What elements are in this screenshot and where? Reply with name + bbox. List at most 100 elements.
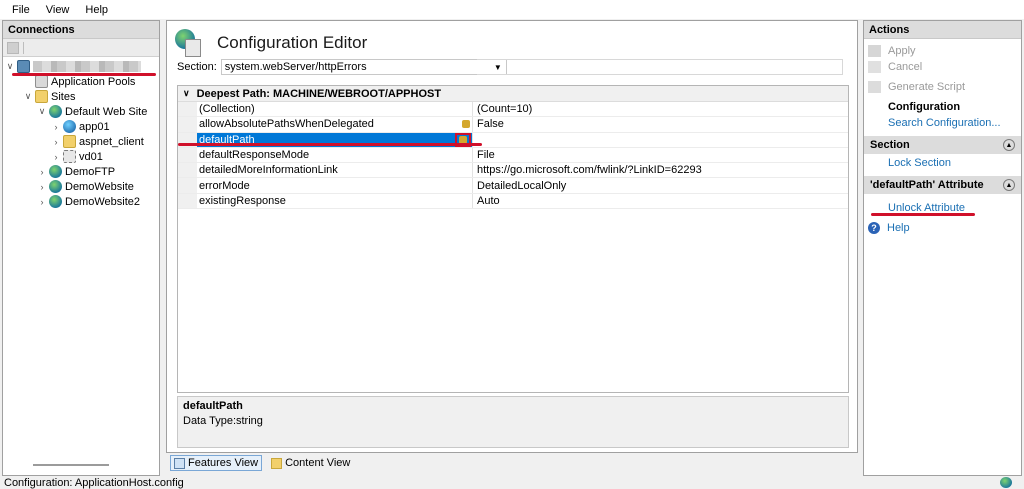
- tree-item-default-web-site[interactable]: ∨ Default Web Site: [37, 104, 147, 119]
- apply-label: Apply: [888, 45, 916, 57]
- virtual-directory-icon: [63, 150, 76, 163]
- property-value: https://go.microsoft.com/fwlink/?LinkID=…: [477, 164, 702, 177]
- search-configuration-link[interactable]: Search Configuration...: [888, 117, 1001, 129]
- tree-item-vd01[interactable]: › vd01: [51, 149, 103, 164]
- property-row-detailed-info-link[interactable]: detailedMoreInformationLink https://go.m…: [178, 163, 848, 179]
- connections-title: Connections: [3, 21, 159, 39]
- connections-toolbar: [3, 39, 159, 57]
- chevron-down-icon[interactable]: ∨: [23, 91, 33, 102]
- horizontal-scrollbar[interactable]: [33, 464, 109, 466]
- attribute-group-title: 'defaultPath' Attribute: [870, 179, 984, 191]
- back-icon[interactable]: [7, 41, 19, 54]
- help-icon: ?: [868, 222, 880, 234]
- menu-view[interactable]: View: [38, 4, 78, 16]
- tree-item-app-pools[interactable]: Application Pools: [23, 74, 135, 89]
- apply-action[interactable]: Apply: [868, 45, 916, 57]
- content-view-tab[interactable]: Content View: [268, 455, 353, 471]
- group-header-label: Deepest Path: MACHINE/WEBROOT/APPHOST: [196, 87, 442, 100]
- server-icon: [17, 60, 30, 73]
- property-description: defaultPath Data Type:string: [177, 396, 849, 448]
- actions-title: Actions: [864, 21, 1021, 39]
- property-name: (Collection): [199, 103, 255, 116]
- group-header[interactable]: ∨ Deepest Path: MACHINE/WEBROOT/APPHOST: [178, 86, 848, 102]
- tree-label: DemoWebsite2: [65, 195, 140, 208]
- section-dropdown[interactable]: system.webServer/httpErrors ▼: [220, 59, 507, 75]
- tree-item-demoftp[interactable]: › DemoFTP: [37, 164, 115, 179]
- chevron-right-icon[interactable]: ›: [51, 137, 61, 147]
- configuration-editor-panel: Configuration Editor Section: system.web…: [166, 20, 858, 453]
- server-status-icon: [1000, 477, 1012, 488]
- view-switcher: Features View Content View: [170, 455, 353, 471]
- actions-panel: Actions Apply Cancel Generate Script Con…: [863, 20, 1022, 476]
- chevron-right-icon[interactable]: ›: [37, 197, 47, 207]
- property-row-error-mode[interactable]: errorMode DetailedLocalOnly: [178, 178, 848, 194]
- generate-script-label: Generate Script: [888, 81, 966, 93]
- property-row-allow-absolute-paths[interactable]: allowAbsolutePathsWhenDelegated False: [178, 117, 848, 133]
- apply-icon: [868, 45, 881, 57]
- chevron-right-icon[interactable]: ›: [51, 122, 61, 132]
- property-row-existing-response[interactable]: existingResponse Auto: [178, 193, 848, 210]
- content-view-icon: [271, 457, 283, 469]
- property-value: (Count=10): [477, 103, 533, 116]
- property-grid: ∨ Deepest Path: MACHINE/WEBROOT/APPHOST …: [177, 85, 849, 393]
- tree-label: DemoWebsite: [65, 180, 134, 193]
- help-label: Help: [887, 222, 910, 234]
- tree-label: Sites: [51, 90, 76, 103]
- description-title: defaultPath: [183, 400, 243, 412]
- section-value: system.webServer/httpErrors: [224, 61, 367, 73]
- redacted-server-name: [33, 61, 141, 72]
- page-title: Configuration Editor: [217, 33, 368, 52]
- tree-label: vd01: [79, 150, 103, 163]
- content-view-label: Content View: [285, 457, 351, 469]
- annotation-underline: [12, 73, 156, 76]
- attribute-group-header[interactable]: 'defaultPath' Attribute ▲: [864, 176, 1021, 194]
- connections-panel: Connections ∨ Application Pools ∨ Sites …: [2, 20, 160, 476]
- property-name: allowAbsolutePathsWhenDelegated: [199, 118, 374, 131]
- section-group-header[interactable]: Section ▲: [864, 136, 1021, 154]
- description-type: Data Type:string: [183, 415, 263, 427]
- features-view-tab[interactable]: Features View: [170, 455, 263, 471]
- folder-icon: [35, 90, 48, 103]
- property-value: DetailedLocalOnly: [477, 179, 567, 192]
- property-row-collection[interactable]: (Collection) (Count=10): [178, 102, 848, 118]
- lock-icon: [462, 120, 470, 129]
- chevron-down-icon[interactable]: ∨: [183, 88, 190, 99]
- chevron-down-icon[interactable]: ∨: [5, 61, 15, 72]
- configuration-editor-icon: [175, 29, 203, 57]
- property-value: File: [477, 149, 495, 162]
- cancel-action[interactable]: Cancel: [868, 61, 922, 73]
- property-name: detailedMoreInformationLink: [199, 164, 338, 177]
- chevron-down-icon[interactable]: ∨: [37, 106, 47, 117]
- tree-label: Default Web Site: [65, 105, 148, 118]
- application-icon: [63, 120, 76, 133]
- property-name: existingResponse: [199, 194, 286, 207]
- tree-item-demowebsite[interactable]: › DemoWebsite: [37, 179, 134, 194]
- configuration-heading: Configuration: [888, 101, 961, 113]
- tree-label: Application Pools: [51, 75, 136, 88]
- cancel-icon: [868, 61, 881, 73]
- chevron-right-icon[interactable]: ›: [37, 167, 47, 177]
- tree-server-node[interactable]: ∨: [5, 59, 141, 74]
- help-action[interactable]: ? Help: [868, 222, 910, 234]
- tree-item-sites[interactable]: ∨ Sites: [23, 89, 75, 104]
- collapse-icon[interactable]: ▲: [1003, 139, 1015, 151]
- tree-item-app01[interactable]: › app01: [51, 119, 110, 134]
- property-value: False: [477, 118, 504, 131]
- app-pool-icon: [35, 75, 48, 88]
- tree-label: DemoFTP: [65, 165, 116, 178]
- menu-bar: File View Help: [0, 0, 1024, 19]
- section-label: Section:: [177, 61, 217, 73]
- property-row-default-response-mode[interactable]: defaultResponseMode File: [178, 147, 848, 164]
- lock-section-link[interactable]: Lock Section: [888, 157, 951, 169]
- tree-item-demowebsite2[interactable]: › DemoWebsite2: [37, 194, 140, 209]
- generate-script-action[interactable]: Generate Script: [868, 81, 965, 93]
- tree-item-aspnet-client[interactable]: › aspnet_client: [51, 134, 144, 149]
- chevron-right-icon[interactable]: ›: [51, 152, 61, 162]
- menu-help[interactable]: Help: [77, 4, 116, 16]
- folder-icon: [63, 135, 76, 148]
- collapse-icon[interactable]: ▲: [1003, 179, 1015, 191]
- globe-icon: [49, 195, 62, 208]
- chevron-right-icon[interactable]: ›: [37, 182, 47, 192]
- menu-file[interactable]: File: [4, 4, 38, 16]
- tree-label: aspnet_client: [79, 135, 144, 148]
